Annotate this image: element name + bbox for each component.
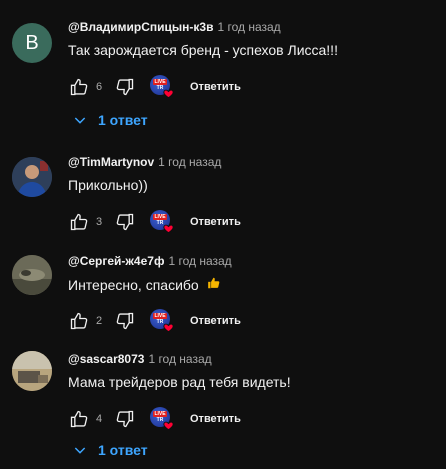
- comment-header: @TimMartynov 1 год назад: [68, 155, 221, 169]
- dislike-icon[interactable]: [114, 408, 136, 430]
- like-icon[interactable]: [68, 211, 90, 233]
- view-replies-button[interactable]: 1 ответ: [72, 442, 148, 458]
- creator-heart: LIVE TR: [148, 407, 174, 431]
- heart-icon: [163, 421, 174, 431]
- reply-button[interactable]: Ответить: [190, 413, 241, 425]
- replies-count: 1 ответ: [98, 112, 148, 128]
- comment-author[interactable]: @TimMartynov: [68, 155, 154, 169]
- comment-header: @Сергей-ж4е7ф 1 год назад: [68, 254, 232, 268]
- heart-icon: [163, 89, 174, 99]
- reply-button[interactable]: Ответить: [190, 81, 241, 93]
- comment-actions: 2 LIVE TR Ответить: [68, 309, 241, 333]
- comment-time[interactable]: 1 год назад: [168, 254, 231, 268]
- like-icon[interactable]: [68, 408, 90, 430]
- avatar-photo: [12, 255, 52, 295]
- avatar-photo: [12, 157, 52, 197]
- heart-icon: [163, 224, 174, 234]
- avatar-letter: В: [25, 31, 39, 54]
- like-count: 4: [96, 413, 103, 425]
- comment-actions: 4 LIVE TR Ответить: [68, 407, 241, 431]
- comment-actions: 6 LIVE TR Ответить: [68, 75, 241, 99]
- comment-text: Интересно, спасибо: [68, 276, 221, 293]
- dislike-icon[interactable]: [114, 76, 136, 98]
- avatar-photo: [12, 351, 52, 391]
- dislike-icon[interactable]: [114, 310, 136, 332]
- comment-text-content: Интересно, спасибо: [68, 277, 199, 293]
- reply-button[interactable]: Ответить: [190, 315, 241, 327]
- creator-heart: LIVE TR: [148, 309, 174, 333]
- chevron-down-icon: [74, 117, 86, 124]
- like-count: 3: [96, 216, 103, 228]
- comment-author[interactable]: @Сергей-ж4е7ф: [68, 254, 164, 268]
- comment-text: Так зарождается бренд - успехов Лисса!!!: [68, 42, 338, 58]
- creator-heart: LIVE TR: [148, 75, 174, 99]
- like-count: 2: [96, 315, 103, 327]
- comment-header: @ВладимирСпицын-к3в 1 год назад: [68, 20, 281, 34]
- avatar[interactable]: [12, 255, 52, 295]
- comment-time[interactable]: 1 год назад: [217, 20, 280, 34]
- comment-actions: 3 LIVE TR Ответить: [68, 210, 241, 234]
- thumbs-up-emoji-icon: [207, 277, 219, 289]
- comment-time[interactable]: 1 год назад: [148, 352, 211, 366]
- chevron-down-icon: [74, 447, 86, 454]
- like-icon[interactable]: [68, 310, 90, 332]
- creator-heart: LIVE TR: [148, 210, 174, 234]
- comment-text: Прикольно)): [68, 177, 148, 193]
- dislike-icon[interactable]: [114, 211, 136, 233]
- comment-author[interactable]: @sascar8073: [68, 352, 144, 366]
- replies-count: 1 ответ: [98, 442, 148, 458]
- avatar[interactable]: [12, 351, 52, 391]
- view-replies-button[interactable]: 1 ответ: [72, 112, 148, 128]
- reply-button[interactable]: Ответить: [190, 216, 241, 228]
- like-count: 6: [96, 81, 103, 93]
- comment-author[interactable]: @ВладимирСпицын-к3в: [68, 20, 213, 34]
- comment-time[interactable]: 1 год назад: [158, 155, 221, 169]
- avatar[interactable]: [12, 157, 52, 197]
- comment-header: @sascar8073 1 год назад: [68, 352, 212, 366]
- comment-text: Мама трейдеров рад тебя видеть!: [68, 374, 291, 390]
- heart-icon: [163, 323, 174, 333]
- avatar[interactable]: В: [12, 23, 52, 63]
- like-icon[interactable]: [68, 76, 90, 98]
